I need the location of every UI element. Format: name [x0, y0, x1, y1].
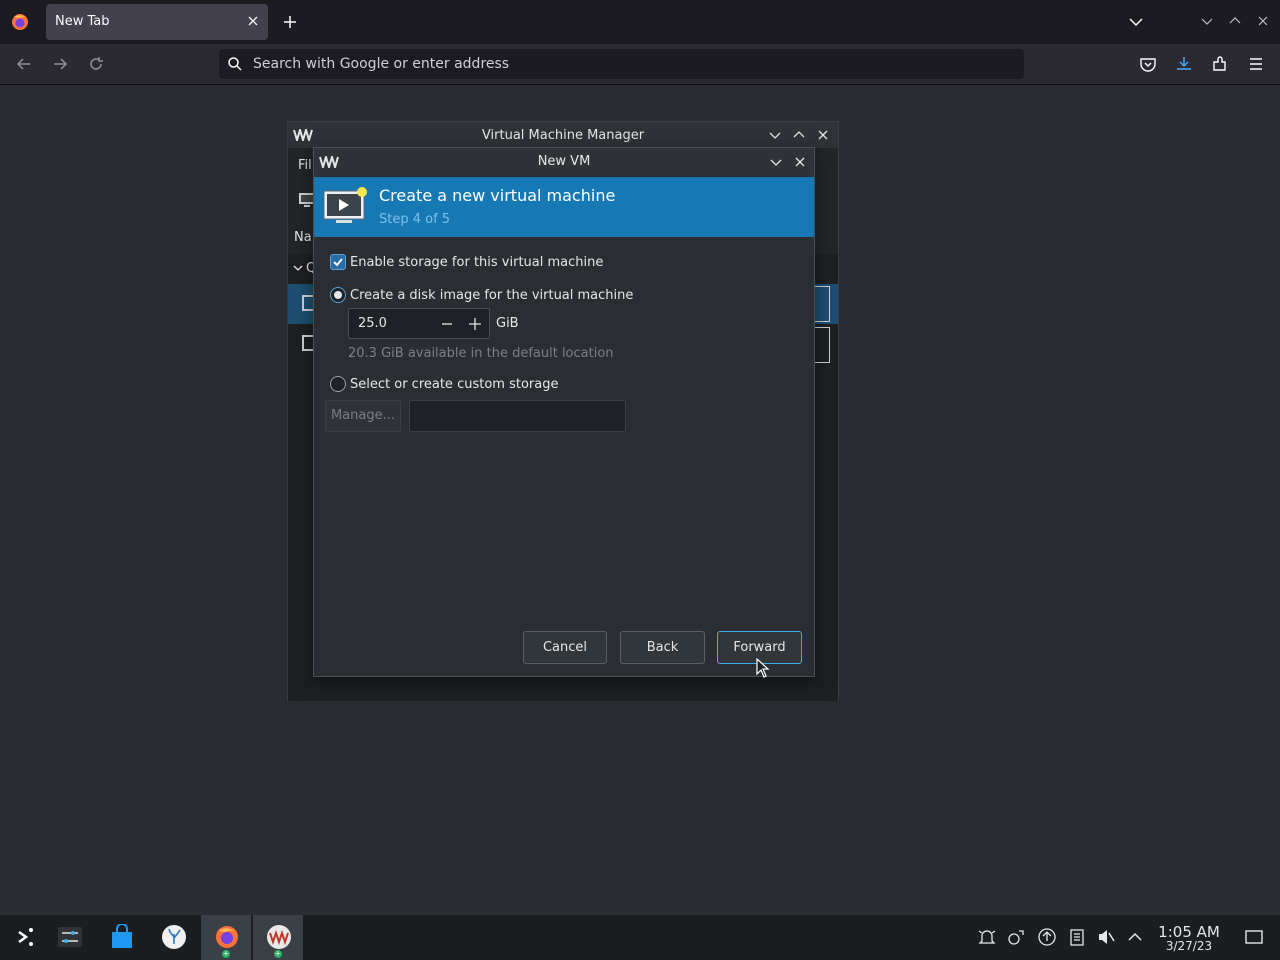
app-launcher[interactable] — [0, 915, 50, 960]
create-disk-label[interactable]: Create a disk image for the virtual mach… — [350, 288, 633, 303]
discover-launcher[interactable] — [96, 915, 146, 960]
disk-unit-label: GiB — [496, 316, 519, 331]
running-indicator: + — [222, 949, 230, 958]
dialog-titlebar[interactable]: New VM — [314, 148, 814, 176]
dialog-title: New VM — [537, 154, 591, 169]
vmm-window-title: Virtual Machine Manager — [481, 128, 645, 143]
vmm-file-menu[interactable]: Fil — [298, 158, 312, 173]
tab-new-tab[interactable]: New Tab — [46, 4, 268, 40]
manage-button[interactable]: Manage... — [325, 400, 401, 432]
url-placeholder: Search with Google or enter address — [253, 56, 510, 72]
taskbar: + + 1:05 AM 3/27/23 — [0, 915, 1280, 960]
new-vm-monitor-icon — [323, 187, 367, 223]
maximize-icon[interactable] — [1228, 14, 1242, 28]
available-space-text: 20.3 GiB available in the default locati… — [348, 346, 614, 361]
disk-size-value[interactable]: 25.0 — [358, 316, 387, 331]
steamos-launcher-icon — [18, 928, 33, 946]
minimize-icon[interactable] — [768, 128, 782, 142]
enable-storage-checkbox[interactable] — [330, 254, 346, 270]
reload-icon[interactable] — [86, 54, 106, 74]
browser-nav-bar: Search with Google or enter address — [0, 44, 1280, 85]
chevron-down-icon[interactable] — [292, 262, 304, 274]
plus-icon[interactable] — [467, 316, 483, 332]
pocket-icon[interactable] — [1138, 54, 1158, 74]
menu-icon[interactable] — [1246, 54, 1266, 74]
system-settings-launcher[interactable] — [44, 915, 94, 960]
running-indicator: + — [274, 949, 282, 958]
updates-icon[interactable] — [1037, 927, 1057, 947]
mouse-cursor-icon — [756, 658, 770, 678]
forward-arrow-icon[interactable] — [50, 54, 70, 74]
clipboard-icon[interactable] — [1067, 927, 1087, 947]
minimize-icon[interactable] — [1200, 14, 1214, 28]
chevron-down-icon[interactable] — [1126, 13, 1146, 31]
wizard-title: Create a new virtual machine — [379, 186, 616, 205]
disk-size-spinbox[interactable]: 25.0 — [348, 308, 490, 339]
app-launcher-3[interactable] — [148, 915, 198, 960]
window-close-icon[interactable] — [1256, 14, 1270, 28]
storage-path-input[interactable] — [409, 400, 626, 432]
search-icon — [228, 57, 242, 71]
maximize-icon[interactable] — [792, 128, 806, 142]
vmm-app-icon — [267, 925, 291, 949]
extensions-icon[interactable] — [1210, 54, 1230, 74]
firefox-icon — [12, 14, 28, 30]
plus-icon[interactable] — [280, 12, 300, 32]
network-icon[interactable] — [1006, 927, 1026, 947]
minimize-icon[interactable] — [769, 155, 783, 169]
vmm-taskbar-item[interactable]: + — [253, 915, 303, 960]
back-arrow-icon[interactable] — [14, 54, 34, 74]
tab-title: New Tab — [55, 14, 110, 29]
vmm-titlebar[interactable]: Virtual Machine Manager — [288, 122, 838, 148]
volume-muted-icon[interactable] — [1096, 927, 1116, 947]
firefox-icon — [216, 926, 238, 948]
wizard-step: Step 4 of 5 — [379, 212, 451, 227]
enable-storage-label[interactable]: Enable storage for this virtual machine — [350, 255, 603, 270]
create-disk-radio[interactable] — [330, 287, 346, 303]
show-desktop-icon[interactable] — [1244, 927, 1264, 947]
clock-date[interactable]: 3/27/23 — [1152, 939, 1226, 953]
downloads-icon[interactable] — [1174, 54, 1194, 74]
close-icon[interactable] — [793, 155, 807, 169]
browser-tab-bar: New Tab — [0, 0, 1280, 44]
wizard-banner: Create a new virtual machine Step 4 of 5 — [314, 177, 814, 237]
new-vm-dialog: New VM Create a new virtual machine Step… — [313, 147, 815, 677]
coral-app-icon — [162, 925, 186, 949]
notifications-icon[interactable] — [977, 927, 997, 947]
vm-row-graph — [815, 286, 830, 322]
custom-storage-radio[interactable] — [330, 376, 346, 392]
custom-storage-label[interactable]: Select or create custom storage — [350, 377, 558, 392]
chevron-up-icon[interactable] — [1125, 927, 1145, 947]
vm-row-graph — [815, 327, 830, 363]
back-button[interactable]: Back — [620, 631, 705, 664]
settings-sliders-icon — [58, 927, 82, 947]
checkmark-icon — [333, 258, 343, 267]
minus-icon[interactable] — [439, 316, 455, 332]
cancel-button[interactable]: Cancel — [523, 631, 607, 664]
shopping-bag-icon — [112, 924, 132, 948]
firefox-taskbar-item[interactable]: + — [201, 915, 251, 960]
close-icon[interactable] — [816, 128, 830, 142]
vmm-name-column-header[interactable]: Na — [294, 230, 312, 245]
url-bar[interactable]: Search with Google or enter address — [219, 49, 1024, 79]
close-icon[interactable] — [246, 14, 260, 28]
